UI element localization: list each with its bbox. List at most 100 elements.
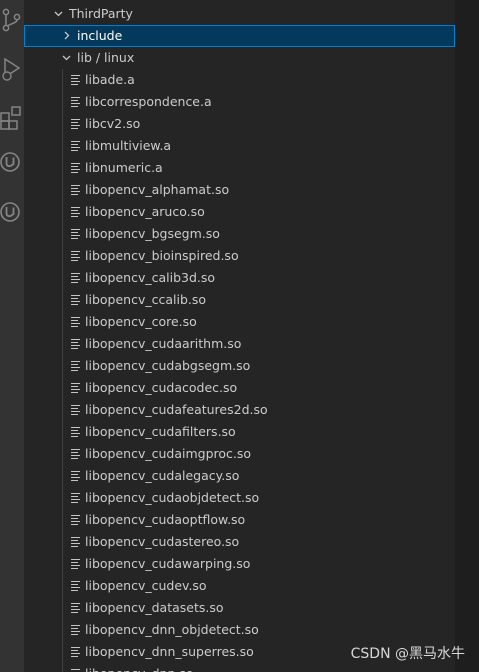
folder-label: include bbox=[77, 28, 123, 43]
file-item[interactable]: libopencv_cudalegacy.so bbox=[24, 465, 455, 487]
file-item[interactable]: libopencv_datasets.so bbox=[24, 597, 455, 619]
file-label: libopencv_bioinspired.so bbox=[85, 248, 239, 263]
file-lines-icon bbox=[71, 493, 81, 504]
file-label: libopencv_cudabgsegm.so bbox=[85, 358, 251, 373]
file-label: libopencv_cudaarithm.so bbox=[85, 336, 242, 351]
folder-label: ThirdParty bbox=[69, 6, 133, 21]
file-lines-icon bbox=[71, 559, 81, 570]
file-item[interactable]: libopencv_bgsegm.so bbox=[24, 223, 455, 245]
file-label: libcv2.so bbox=[85, 116, 141, 131]
file-lines-icon bbox=[71, 581, 81, 592]
file-item[interactable]: libopencv_cudev.so bbox=[24, 575, 455, 597]
file-lines-icon bbox=[71, 427, 81, 438]
file-label: libopencv_ccalib.so bbox=[85, 292, 207, 307]
folder-thirdparty[interactable]: ThirdParty bbox=[24, 3, 455, 25]
file-item[interactable]: libopencv_ccalib.so bbox=[24, 289, 455, 311]
file-lines-icon bbox=[71, 383, 81, 394]
file-lines-icon bbox=[71, 185, 81, 196]
file-label: libopencv_dnn.so bbox=[85, 663, 194, 672]
file-item[interactable]: libopencv_dnn_objdetect.so bbox=[24, 619, 455, 641]
file-label: libopencv_calib3d.so bbox=[85, 270, 216, 285]
file-item[interactable]: libopencv_core.so bbox=[24, 311, 455, 333]
file-item[interactable]: libopencv_dnn.so bbox=[24, 663, 455, 672]
file-item[interactable]: libopencv_calib3d.so bbox=[24, 267, 455, 289]
file-label: libopencv_cudaimgproc.so bbox=[85, 446, 252, 461]
run-debug-icon[interactable] bbox=[0, 55, 24, 83]
file-item[interactable]: libade.a bbox=[24, 69, 455, 91]
folder-lib-linux[interactable]: lib / linux bbox=[24, 47, 455, 69]
file-item[interactable]: libopencv_cudaobjdetect.so bbox=[24, 487, 455, 509]
file-label: libopencv_cudalegacy.so bbox=[85, 468, 240, 483]
file-label: libcorrespondence.a bbox=[85, 94, 212, 109]
file-label: libopencv_bgsegm.so bbox=[85, 226, 220, 241]
file-label: libopencv_cudev.so bbox=[85, 578, 207, 593]
file-lines-icon bbox=[71, 625, 81, 636]
file-label: libopencv_cudafeatures2d.so bbox=[85, 402, 268, 417]
file-label: libopencv_dnn_objdetect.so bbox=[85, 622, 259, 637]
file-item[interactable]: libopencv_cudafeatures2d.so bbox=[24, 399, 455, 421]
folder-include[interactable]: include bbox=[24, 25, 455, 47]
file-label: libopencv_cudastereo.so bbox=[85, 534, 240, 549]
file-lines-icon bbox=[71, 119, 81, 130]
file-lines-icon bbox=[71, 163, 81, 174]
file-lines-icon bbox=[71, 141, 81, 152]
extensions-icon[interactable] bbox=[0, 103, 24, 131]
file-item[interactable]: libopencv_cudacodec.so bbox=[24, 377, 455, 399]
unreal-engine-icon[interactable] bbox=[0, 198, 24, 226]
file-lines-icon bbox=[71, 317, 81, 328]
file-label: libopencv_alphamat.so bbox=[85, 182, 230, 197]
file-lines-icon bbox=[71, 603, 81, 614]
chevron-right-icon[interactable] bbox=[58, 25, 74, 47]
file-item[interactable]: libopencv_cudastereo.so bbox=[24, 531, 455, 553]
file-label: libnumeric.a bbox=[85, 160, 163, 175]
file-item[interactable]: libopencv_cudaarithm.so bbox=[24, 333, 455, 355]
file-label: libopencv_cudawarping.so bbox=[85, 556, 251, 571]
file-item[interactable]: libopencv_alphamat.so bbox=[24, 179, 455, 201]
file-item[interactable]: libcorrespondence.a bbox=[24, 91, 455, 113]
file-item[interactable]: libopencv_cudafilters.so bbox=[24, 421, 455, 443]
file-lines-icon bbox=[71, 273, 81, 284]
editor-edge bbox=[455, 0, 479, 672]
activity-bar bbox=[0, 0, 24, 672]
file-item[interactable]: libmultiview.a bbox=[24, 135, 455, 157]
vscode-window: ThirdParty include lib / linux libade.a l… bbox=[0, 0, 479, 672]
file-lines-icon bbox=[71, 537, 81, 548]
folder-label: lib / linux bbox=[77, 50, 135, 65]
file-item[interactable]: libopencv_cudabgsegm.so bbox=[24, 355, 455, 377]
explorer-sidebar: ThirdParty include lib / linux libade.a l… bbox=[24, 0, 455, 672]
file-label: libopencv_cudaobjdetect.so bbox=[85, 490, 260, 505]
file-lines-icon bbox=[71, 75, 81, 86]
file-label: libopencv_cudacodec.so bbox=[85, 380, 238, 395]
file-lines-icon bbox=[71, 295, 81, 306]
chevron-down-icon[interactable] bbox=[58, 47, 74, 69]
file-item[interactable]: libnumeric.a bbox=[24, 157, 455, 179]
file-item[interactable]: libopencv_cudaoptflow.so bbox=[24, 509, 455, 531]
watermark: CSDN @黑马水牛 bbox=[350, 646, 465, 662]
chevron-down-icon[interactable] bbox=[50, 3, 66, 25]
file-item[interactable]: libopencv_aruco.so bbox=[24, 201, 455, 223]
file-lines-icon bbox=[71, 647, 81, 658]
file-label: libopencv_cudafilters.so bbox=[85, 424, 236, 439]
file-item[interactable]: libopencv_cudaimgproc.so bbox=[24, 443, 455, 465]
file-label: libmultiview.a bbox=[85, 138, 172, 153]
file-item[interactable]: libcv2.so bbox=[24, 113, 455, 135]
file-label: libopencv_cudaoptflow.so bbox=[85, 512, 246, 527]
file-label: libopencv_core.so bbox=[85, 314, 197, 329]
file-lines-icon bbox=[71, 229, 81, 240]
file-lines-icon bbox=[71, 515, 81, 526]
file-item[interactable]: libopencv_bioinspired.so bbox=[24, 245, 455, 267]
file-label: libopencv_aruco.so bbox=[85, 204, 205, 219]
file-lines-icon bbox=[71, 449, 81, 460]
file-lines-icon bbox=[71, 471, 81, 482]
source-control-icon[interactable] bbox=[0, 6, 24, 34]
unreal-engine-icon[interactable] bbox=[0, 148, 24, 176]
file-item[interactable]: libopencv_cudawarping.so bbox=[24, 553, 455, 575]
file-label: libopencv_dnn_superres.so bbox=[85, 644, 254, 659]
file-lines-icon bbox=[71, 361, 81, 372]
file-lines-icon bbox=[71, 251, 81, 262]
file-lines-icon bbox=[71, 207, 81, 218]
file-lines-icon bbox=[71, 405, 81, 416]
file-lines-icon bbox=[71, 339, 81, 350]
file-label: libade.a bbox=[85, 72, 135, 87]
file-label: libopencv_datasets.so bbox=[85, 600, 224, 615]
